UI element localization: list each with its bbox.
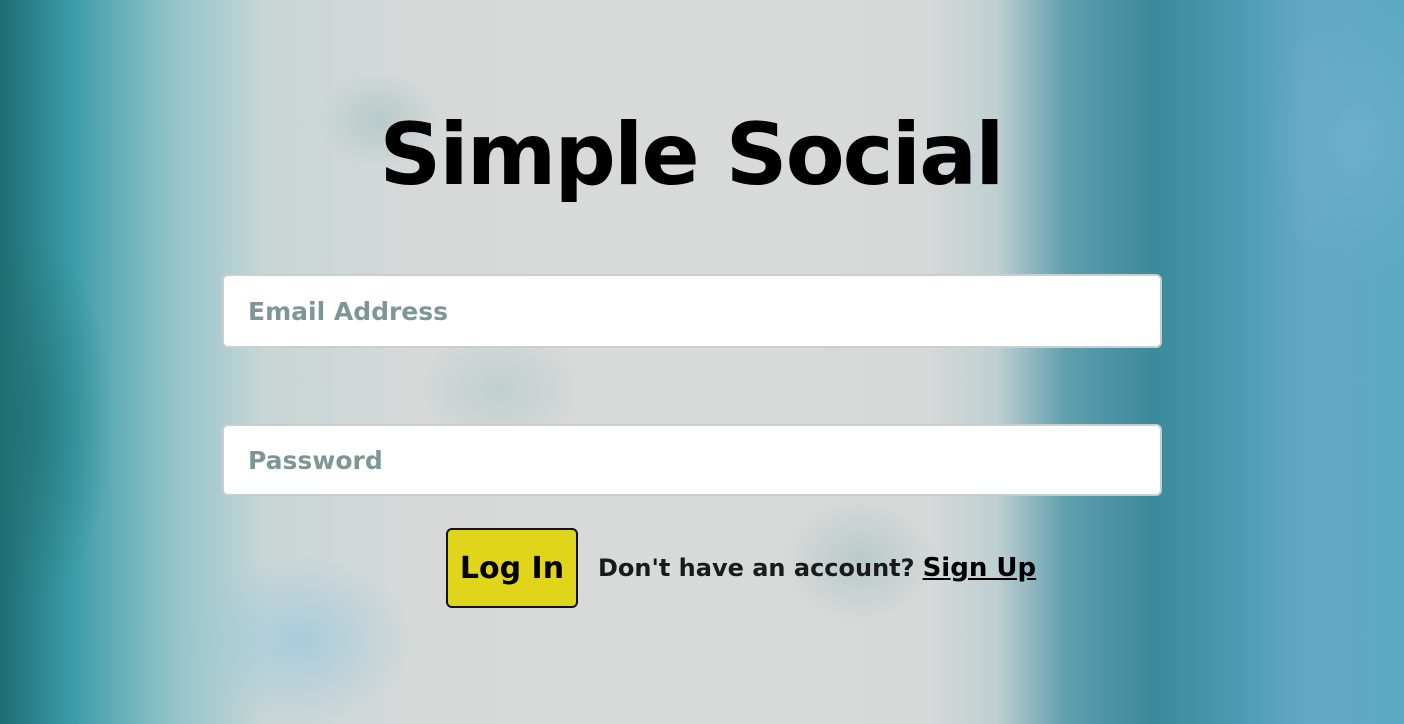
signup-prompt: Don't have an account? — [598, 554, 915, 582]
app-title: Simple Social — [379, 105, 1004, 205]
email-field[interactable] — [222, 274, 1162, 348]
signup-link[interactable]: Sign Up — [923, 553, 1037, 583]
form-actions: Log In Don't have an account? Sign Up — [446, 528, 1036, 608]
login-page: Simple Social Log In Don't have an accou… — [0, 0, 1404, 724]
password-field[interactable] — [222, 424, 1162, 496]
login-button[interactable]: Log In — [446, 528, 578, 608]
